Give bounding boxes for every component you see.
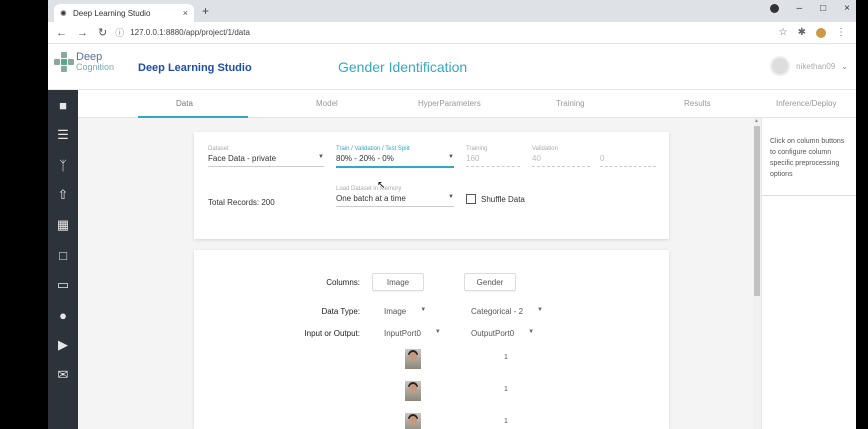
gender-value: 1 [504,386,508,393]
input-output-label: Input or Output: [304,329,360,338]
username: nikethan09 [796,61,836,71]
folder-icon[interactable]: □ [48,240,78,270]
shuffle-data-checkbox[interactable]: Shuffle Data [466,194,525,204]
image-io-select[interactable]: InputPort0 ▼ [384,329,441,338]
split-select[interactable]: Train / Validation / Test Split 80% - 20… [336,146,454,168]
grid-icon[interactable]: ▦ [48,210,78,240]
right-panel: Click on column buttons to configure col… [761,118,856,429]
back-icon[interactable]: ← [56,27,67,39]
logo-mark-icon [54,52,74,72]
face-thumbnail[interactable] [405,381,421,401]
window-controls: – □ × [769,3,850,14]
tab-data[interactable]: Data [176,99,193,108]
column-button-gender[interactable]: Gender [464,273,516,291]
dropdown-caret-icon: ▼ [528,329,535,335]
column-options-hint: Click on column buttons to configure col… [762,118,856,196]
tab-inference-deploy[interactable]: Inference/Deploy [776,99,836,108]
chevron-down-icon: ⌄ [841,61,848,71]
dropdown-caret-icon: ▼ [448,194,454,200]
address-bar: ← → ↻ ⓘ 127.0.0.1:8880/app/project/1/dat… [48,22,856,44]
reload-icon[interactable]: ↻ [98,26,107,39]
bookmark-star-icon[interactable]: ☆ [779,27,788,38]
maximize-icon[interactable]: □ [820,3,826,14]
video-icon[interactable]: ▶ [48,330,78,360]
upload-icon[interactable]: ⇧ [48,180,78,210]
close-tab-icon[interactable]: × [183,8,188,18]
face-thumbnail[interactable] [405,349,421,369]
dropdown-caret-icon: ▼ [318,154,324,160]
dropdown-caret-icon: ▼ [434,329,441,335]
test-count-field: 0 [600,146,656,167]
app-header: Deep Cognition Deep Learning Studio Gend… [48,44,856,90]
gender-datatype-select[interactable]: Categorical - 2 ▼ [471,307,543,316]
total-records: Total Records: 200 [208,198,275,207]
profile-dot-icon[interactable] [769,4,779,13]
tab-training[interactable]: Training [556,99,585,108]
tab-model[interactable]: Model [316,99,338,108]
favicon-icon: ✺ [60,8,67,18]
mouse-pointer-icon: ↖ [377,180,386,191]
browser-tab-title: Deep Learning Studio [73,8,151,18]
dropdown-caret-icon: ▼ [537,307,543,313]
dropdown-caret-icon: ▼ [420,307,427,313]
main-scrollbar[interactable]: ▲ [753,118,761,429]
tab-hyperparameters[interactable]: HyperParameters [418,99,481,108]
gender-io-select[interactable]: OutputPort0 ▼ [471,329,534,338]
dataset-card: Dataset Face Data - private ▼ Train / Val… [194,132,669,239]
url-field[interactable]: ⓘ 127.0.0.1:8880/app/project/1/data [115,25,778,41]
user-menu[interactable]: nikethan09 ⌄ [770,56,848,76]
browser-tabstrip: ✺ Deep Learning Studio × + – □ × [48,0,856,22]
data-main-area: Dataset Face Data - private ▼ Train / Val… [78,118,753,429]
projects-folder-icon[interactable]: ■ [48,90,78,120]
laptop-icon[interactable]: ▭ [48,270,78,300]
forward-icon[interactable]: → [77,27,88,39]
load-dataset-select[interactable]: Load Dataset in Memory One batch at a ti… [336,186,454,207]
app-name: Deep Learning Studio [138,62,252,74]
browser-menu-icon[interactable]: ⋮ [836,27,846,38]
training-count-field: Training 160 [466,146,520,167]
close-window-icon[interactable]: × [844,3,850,14]
url-text: 127.0.0.1:8880/app/project/1/data [130,28,250,37]
data-type-label: Data Type: [321,307,360,316]
logo[interactable]: Deep Cognition [54,52,114,72]
extension-red-icon[interactable] [816,27,826,38]
dataset-select[interactable]: Dataset Face Data - private ▼ [208,146,324,167]
minimize-icon[interactable]: – [797,3,803,14]
columns-card: Columns: Image Gender Data Type: Image ▼ … [194,250,669,429]
dropdown-caret-icon: ▼ [448,154,454,160]
validation-count-field: Validation 40 [532,146,590,167]
scroll-up-icon[interactable]: ▲ [754,118,759,124]
database-icon[interactable]: ☰ [48,120,78,150]
info-icon[interactable]: ⓘ [115,26,124,39]
face-thumbnail[interactable] [405,413,421,429]
gender-value: 1 [504,418,508,425]
image-datatype-select[interactable]: Image ▼ [384,307,426,316]
tab-results[interactable]: Results [684,99,711,108]
avatar [770,56,791,76]
gender-value: 1 [504,354,508,361]
sidebar: ■ ☰ ᛉ ⇧ ▦ □ ▭ ● ▶ ✉ [48,90,78,429]
project-title: Gender Identification [338,59,468,75]
project-tabs: Data Model HyperParameters Training Resu… [78,90,856,118]
extension-icon[interactable]: ✱ [798,27,806,38]
brand-name: Deep Cognition [76,51,115,73]
column-button-image[interactable]: Image [372,273,424,291]
browser-window: ✺ Deep Learning Studio × + – □ × ← → ↻ ⓘ… [48,0,856,429]
new-tab-icon[interactable]: + [202,4,209,18]
columns-label: Columns: [326,278,360,287]
mail-icon[interactable]: ✉ [48,360,78,390]
scrollbar-thumb[interactable] [754,126,760,296]
chat-icon[interactable]: ● [48,300,78,330]
browser-tab[interactable]: ✺ Deep Learning Studio × [54,4,194,22]
network-icon[interactable]: ᛉ [48,150,78,180]
